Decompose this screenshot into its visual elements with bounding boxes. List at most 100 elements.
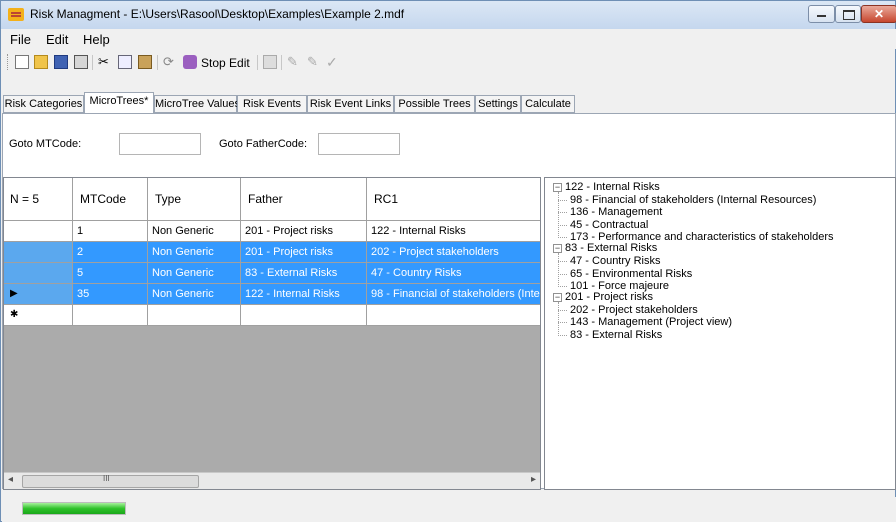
tree-node[interactable]: 122 - Internal Risks bbox=[565, 181, 660, 193]
print-icon[interactable] bbox=[74, 55, 88, 69]
tree-connector bbox=[558, 236, 567, 238]
tab-risk-event-links[interactable]: Risk Event Links bbox=[307, 95, 394, 113]
tree-connector bbox=[558, 253, 559, 288]
menu-edit[interactable]: Edit bbox=[46, 32, 68, 47]
tab-calculate[interactable]: Calculate bbox=[521, 95, 575, 113]
scroll-left-icon[interactable]: ◂ bbox=[8, 474, 13, 485]
tree-node[interactable]: 83 - External Risks bbox=[565, 242, 657, 254]
row-header[interactable] bbox=[4, 242, 73, 263]
tab-risk-categories[interactable]: Risk Categories bbox=[3, 95, 84, 113]
scroll-thumb[interactable]: III bbox=[22, 474, 199, 488]
grid-cell-mtcode[interactable]: 1 bbox=[73, 221, 148, 242]
grid-cell-mtcode[interactable]: 5 bbox=[73, 263, 148, 284]
tab-possible-trees[interactable]: Possible Trees bbox=[394, 95, 475, 113]
new-icon[interactable] bbox=[15, 55, 29, 69]
goto-fathercode-input[interactable] bbox=[318, 133, 400, 155]
grid-cell-type[interactable]: Non Generic bbox=[148, 221, 241, 242]
refresh-icon[interactable]: ⟳ bbox=[163, 55, 177, 69]
horizontal-scrollbar[interactable]: ◂ III ▸ bbox=[4, 472, 540, 489]
tree-connector bbox=[558, 224, 567, 226]
menu-file[interactable]: File bbox=[10, 32, 31, 47]
risk-tree-view[interactable]: −122 - Internal Risks 98 - Financial of s… bbox=[544, 177, 896, 490]
tree-leaf[interactable]: 98 - Financial of stakeholders (Internal… bbox=[570, 194, 816, 206]
toolbar-separator bbox=[281, 55, 282, 70]
tree-leaf[interactable]: 173 - Performance and characteristics of… bbox=[570, 231, 834, 243]
tree-leaf[interactable]: 83 - External Risks bbox=[570, 329, 662, 341]
grid-cell-type[interactable]: Non Generic bbox=[148, 284, 241, 305]
tree-leaf[interactable]: 47 - Country Risks bbox=[570, 255, 660, 267]
tab-settings[interactable]: Settings bbox=[475, 95, 521, 113]
tree-connector bbox=[558, 273, 567, 275]
scroll-right-icon[interactable]: ▸ bbox=[531, 474, 536, 485]
tree-leaf[interactable]: 45 - Contractual bbox=[570, 219, 648, 231]
stop-edit-icon[interactable] bbox=[183, 55, 197, 69]
menu-help[interactable]: Help bbox=[83, 32, 110, 47]
grid-cell-rc1[interactable]: 47 - Country Risks bbox=[367, 263, 540, 284]
grid-cell-type[interactable]: Non Generic bbox=[148, 242, 241, 263]
tree-connector bbox=[558, 212, 567, 214]
microtrees-grid[interactable]: N = 5 MTCode Type Father RC1 1 Non Generi… bbox=[3, 177, 541, 490]
tree-leaf[interactable]: 202 - Project stakeholders bbox=[570, 304, 698, 316]
cut-icon[interactable]: ✂ bbox=[98, 55, 112, 69]
column-header-type[interactable]: Type bbox=[148, 178, 241, 221]
grid-cell-type[interactable]: Non Generic bbox=[148, 263, 241, 284]
tree-leaf[interactable]: 136 - Management bbox=[570, 206, 662, 218]
tree-leaf[interactable]: 143 - Management (Project view) bbox=[570, 316, 732, 328]
grid-icon[interactable] bbox=[263, 55, 277, 69]
toolbar-grip[interactable] bbox=[7, 54, 10, 70]
tree-node[interactable]: 201 - Project risks bbox=[565, 291, 653, 303]
maximize-button[interactable] bbox=[835, 5, 861, 23]
grid-cell-mtcode[interactable] bbox=[73, 305, 148, 326]
grid-count-header[interactable]: N = 5 bbox=[4, 178, 73, 221]
grid-cell-father[interactable]: 122 - Internal Risks bbox=[241, 284, 367, 305]
grid-cell-mtcode[interactable]: 35 bbox=[73, 284, 148, 305]
app-icon bbox=[8, 8, 24, 21]
grid-cell-father[interactable]: 201 - Project risks bbox=[241, 221, 367, 242]
tab-microtrees[interactable]: MicroTrees* bbox=[84, 92, 154, 113]
link-icon[interactable]: ✎ bbox=[287, 55, 301, 69]
row-header[interactable]: ✱ bbox=[4, 305, 73, 326]
grid-cell-father[interactable]: 201 - Project risks bbox=[241, 242, 367, 263]
maximize-icon bbox=[843, 10, 855, 20]
row-header[interactable]: ▶ bbox=[4, 284, 73, 305]
grid-cell-rc1[interactable] bbox=[367, 305, 540, 326]
row-header[interactable] bbox=[4, 221, 73, 242]
column-header-rc1[interactable]: RC1 bbox=[367, 178, 540, 221]
minimize-button[interactable] bbox=[808, 5, 835, 23]
tree-connector bbox=[558, 261, 567, 263]
tree-connector bbox=[558, 285, 567, 287]
tree-leaf[interactable]: 65 - Environmental Risks bbox=[570, 268, 692, 280]
title-bar[interactable]: Risk Managment - E:\Users\Rasool\Desktop… bbox=[1, 1, 896, 29]
unlink-icon[interactable]: ✎ bbox=[307, 55, 321, 69]
tree-collapse-icon[interactable]: − bbox=[553, 244, 562, 254]
menu-bar: File Edit Help bbox=[2, 29, 896, 49]
grid-cell-rc1[interactable]: 122 - Internal Risks bbox=[367, 221, 540, 242]
grid-cell-rc1[interactable]: 98 - Financial of stakeholders (Internal… bbox=[367, 284, 540, 305]
tree-collapse-icon[interactable]: − bbox=[553, 183, 562, 192]
save-icon[interactable] bbox=[54, 55, 68, 69]
tree-connector bbox=[558, 334, 567, 336]
tree-leaf[interactable]: 101 - Force majeure bbox=[570, 280, 669, 292]
paste-icon[interactable] bbox=[138, 55, 152, 69]
tab-risk-events[interactable]: Risk Events bbox=[237, 95, 307, 113]
column-header-father[interactable]: Father bbox=[241, 178, 367, 221]
column-header-mtcode[interactable]: MTCode bbox=[73, 178, 148, 221]
grid-cell-type[interactable] bbox=[148, 305, 241, 326]
progress-fill bbox=[23, 503, 125, 514]
check-icon[interactable]: ✓ bbox=[326, 55, 340, 69]
grid-cell-father[interactable] bbox=[241, 305, 367, 326]
tree-connector bbox=[558, 310, 567, 312]
tree-collapse-icon[interactable]: − bbox=[553, 293, 562, 303]
open-icon[interactable] bbox=[34, 55, 48, 69]
grid-cell-rc1[interactable]: 202 - Project stakeholders bbox=[367, 242, 540, 263]
main-window: Risk Managment - E:\Users\Rasool\Desktop… bbox=[0, 0, 896, 522]
close-button[interactable]: ✕ bbox=[861, 5, 896, 23]
tab-microtree-values[interactable]: MicroTree Values bbox=[154, 95, 240, 113]
grid-cell-mtcode[interactable]: 2 bbox=[73, 242, 148, 263]
tree-connector bbox=[558, 200, 567, 201]
grid-cell-father[interactable]: 83 - External Risks bbox=[241, 263, 367, 284]
copy-icon[interactable] bbox=[118, 55, 132, 69]
goto-mtcode-input[interactable] bbox=[119, 133, 201, 155]
stop-edit-button[interactable]: Stop Edit bbox=[201, 56, 250, 70]
row-header[interactable] bbox=[4, 263, 73, 284]
